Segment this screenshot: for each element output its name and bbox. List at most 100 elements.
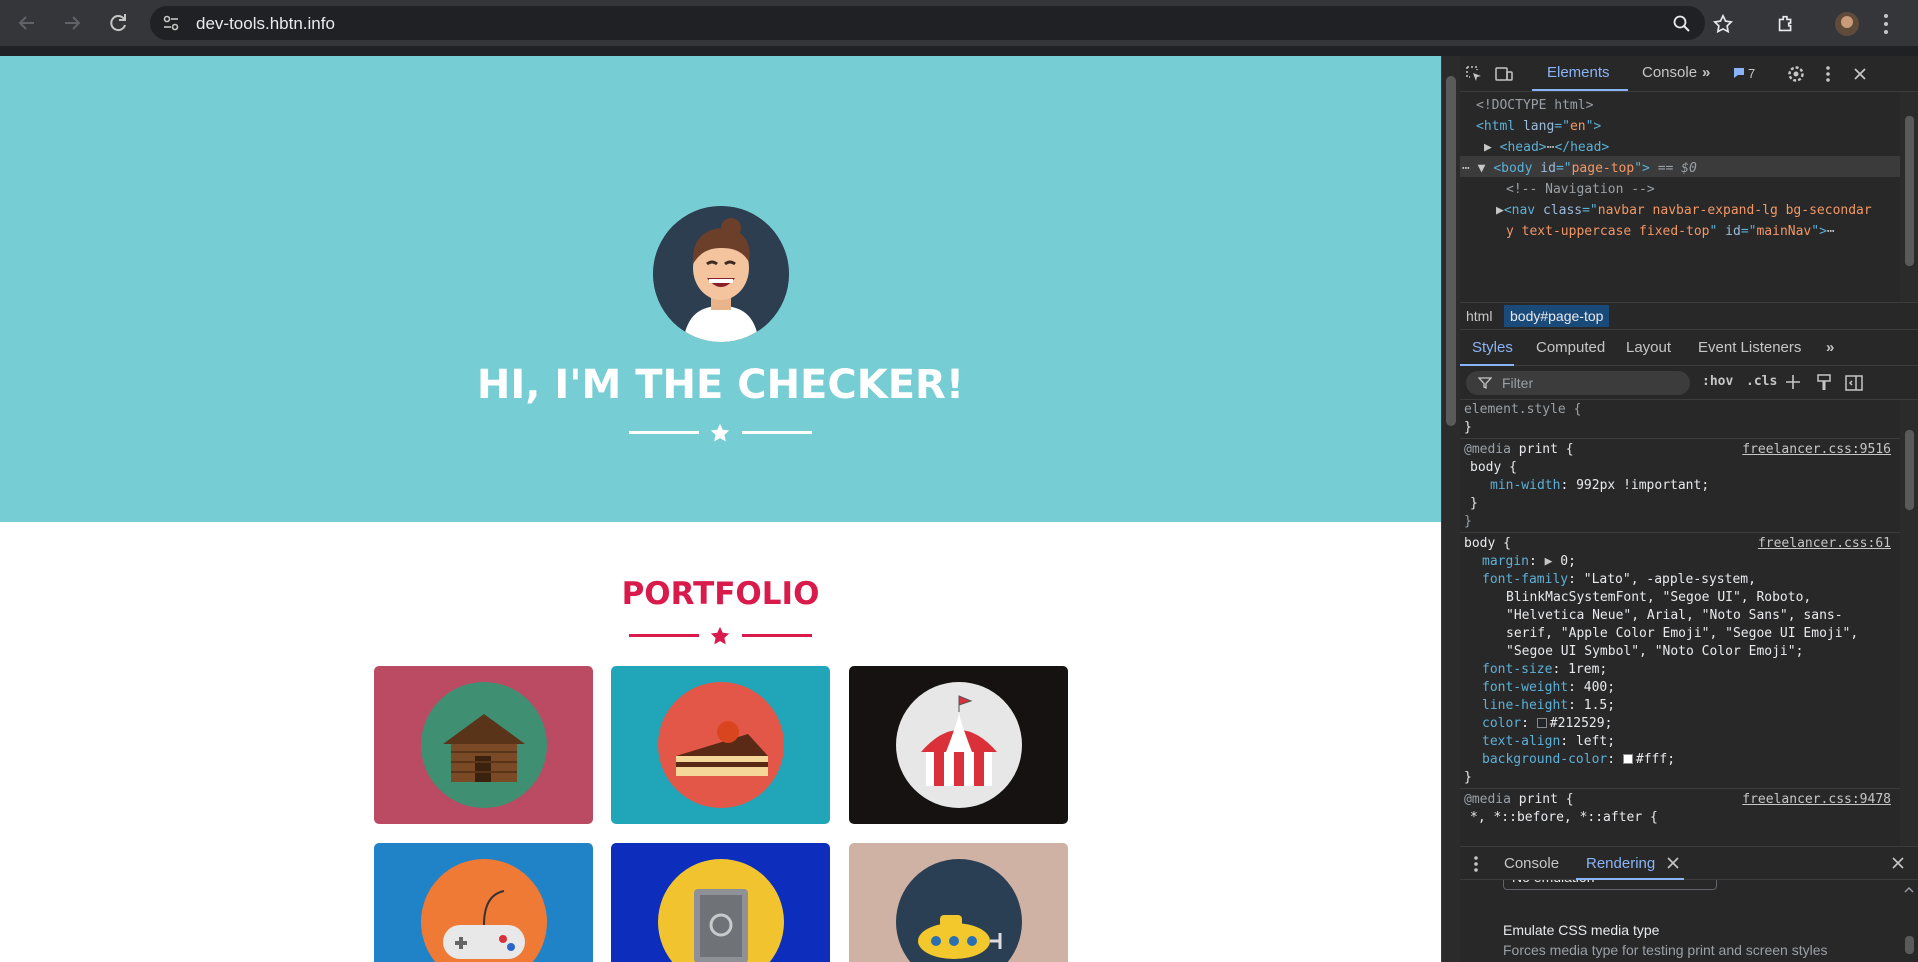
tab-event-listeners[interactable]: Event Listeners (1698, 339, 1801, 356)
portfolio-item-game-controller[interactable] (374, 843, 593, 962)
filter-icon (1477, 376, 1493, 395)
star-icon (709, 422, 731, 444)
html-line[interactable]: <html lang="en"> (1476, 119, 1601, 134)
body-selector-2[interactable]: body { (1464, 536, 1511, 551)
hov-button[interactable]: :hov (1702, 374, 1733, 389)
forward-icon[interactable] (60, 11, 84, 35)
nav-line[interactable]: ▶<nav class="navbar navbar-expand-lg bg-… (1496, 203, 1872, 218)
site-info-icon[interactable] (162, 14, 180, 32)
close-devtools-icon[interactable] (1850, 64, 1870, 84)
bookmark-star-icon[interactable] (1712, 13, 1734, 35)
star-icon (709, 625, 731, 647)
decl-font-family[interactable]: font-family: "Lato", -apple-system, (1482, 572, 1756, 587)
rule-close: } (1464, 514, 1472, 529)
decl-font-size[interactable]: font-size: 1rem; (1482, 662, 1607, 677)
dom-tree[interactable]: <!DOCTYPE html> <html lang="en"> ▶ <head… (1460, 92, 1918, 302)
drawer-tab-rendering[interactable]: Rendering (1586, 855, 1655, 872)
browser-menu-icon[interactable] (1884, 14, 1888, 34)
dom-scrollbar[interactable] (1900, 92, 1918, 302)
body-selector-1[interactable]: body { (1470, 460, 1517, 475)
hero-title: HI, I'M THE CHECKER! (476, 362, 965, 408)
game-controller-icon (420, 859, 547, 962)
safe-icon (657, 859, 784, 962)
tab-layout[interactable]: Layout (1626, 339, 1671, 356)
universal-selector[interactable]: *, *::before, *::after { (1470, 810, 1658, 825)
address-bar[interactable]: dev-tools.hbtn.info (150, 6, 1705, 40)
source-link-1[interactable]: freelancer.css:9516 (1742, 442, 1891, 457)
more-tabs-icon[interactable]: » (1702, 64, 1710, 81)
body-line[interactable]: ⋯ ▼ <body id="page-top"> == $0 (1462, 161, 1697, 176)
cls-button[interactable]: .cls (1746, 374, 1777, 389)
settings-gear-icon[interactable] (1786, 64, 1806, 84)
inspect-element-icon[interactable] (1464, 64, 1484, 84)
source-link-3[interactable]: freelancer.css:9478 (1742, 792, 1891, 807)
portfolio-item-submarine[interactable] (849, 843, 1068, 962)
drawer-scrollbar[interactable] (1900, 880, 1918, 962)
styles-filterbar: Filter :hov .cls (1460, 366, 1918, 400)
zoom-icon[interactable] (1672, 14, 1692, 34)
portfolio-title: PORTFOLIO (621, 576, 820, 612)
decl-min-width[interactable]: min-width: 992px !important; (1490, 478, 1709, 493)
doctype-line[interactable]: <!DOCTYPE html> (1476, 98, 1593, 113)
tab-console[interactable]: Console (1642, 64, 1697, 81)
emulation-select[interactable]: No emulation (1503, 880, 1717, 890)
decl-background-color[interactable]: background-color: #fff; (1482, 752, 1675, 767)
paint-brush-icon[interactable] (1814, 373, 1834, 393)
rule-close: } (1464, 420, 1472, 435)
styles-tabbar: Styles Computed Layout Event Listeners » (1460, 330, 1918, 366)
reload-icon[interactable] (106, 11, 130, 35)
more-style-tabs-icon[interactable]: » (1826, 339, 1834, 356)
drawer-tab-console[interactable]: Console (1504, 855, 1559, 872)
portfolio-item-cake[interactable] (611, 666, 830, 824)
devtools-tabbar: Elements Console » 7 (1460, 56, 1918, 92)
portfolio-item-circus[interactable] (849, 666, 1068, 824)
emulate-media-label: Emulate CSS media type (1503, 922, 1660, 938)
styles-scrollbar[interactable] (1900, 400, 1918, 846)
portfolio-item-safe[interactable] (611, 843, 830, 962)
decl-font-weight[interactable]: font-weight: 400; (1482, 680, 1615, 695)
breadcrumb-body[interactable]: body#page-top (1504, 305, 1610, 327)
close-drawer-icon[interactable] (1890, 855, 1910, 875)
decl-line-height[interactable]: line-height: 1.5; (1482, 698, 1615, 713)
color-swatch[interactable] (1622, 754, 1633, 764)
head-line[interactable]: ▶ <head>⋯</head> (1484, 140, 1609, 155)
back-icon[interactable] (15, 11, 39, 35)
comment-line[interactable]: <!-- Navigation --> (1506, 182, 1655, 197)
emulate-media-description: Forces media type for testing print and … (1503, 942, 1828, 958)
devtools-panel: Elements Console » 7 <!DOCTYPE html> <ht… (1441, 56, 1918, 962)
media-print-line[interactable]: @media print { (1464, 442, 1574, 457)
breadcrumb-html[interactable]: html (1466, 308, 1492, 324)
devtools-menu-icon[interactable] (1818, 64, 1838, 84)
portfolio-divider (629, 625, 812, 645)
drawer-menu-icon[interactable] (1466, 854, 1486, 874)
issues-count[interactable]: 7 (1748, 66, 1755, 81)
add-rule-icon[interactable] (1784, 373, 1804, 393)
tab-computed[interactable]: Computed (1536, 339, 1605, 356)
nav-line-cont[interactable]: y text-uppercase fixed-top" id="mainNav"… (1506, 224, 1835, 239)
page-scrollbar[interactable] (1442, 56, 1460, 962)
avatar-illustration (653, 206, 789, 342)
decl-text-align[interactable]: text-align: left; (1482, 734, 1615, 749)
media-print-line-2[interactable]: @media print { (1464, 792, 1574, 807)
close-rendering-tab-icon[interactable] (1665, 855, 1685, 875)
cake-icon (657, 682, 784, 808)
font-family-cont-3: serif, "Apple Color Emoji", "Segoe UI Em… (1506, 626, 1859, 641)
extensions-icon[interactable] (1775, 13, 1797, 35)
decl-margin[interactable]: margin: ▶ 0; (1482, 554, 1576, 569)
portfolio-item-cabin[interactable] (374, 666, 593, 824)
tab-styles[interactable]: Styles (1472, 339, 1513, 356)
cabin-icon (420, 682, 547, 808)
toggle-sidebar-icon[interactable] (1844, 373, 1864, 393)
element-style-selector[interactable]: element.style { (1464, 402, 1581, 417)
decl-color[interactable]: color: #212529; (1482, 716, 1612, 731)
url-text[interactable]: dev-tools.hbtn.info (196, 14, 335, 34)
profile-avatar[interactable] (1835, 12, 1859, 36)
device-toolbar-icon[interactable] (1494, 64, 1514, 84)
hero-divider (629, 422, 812, 442)
tab-elements[interactable]: Elements (1547, 64, 1610, 81)
styles-pane[interactable]: element.style { } @media print { freelan… (1460, 400, 1918, 846)
source-link-2[interactable]: freelancer.css:61 (1758, 536, 1891, 551)
color-swatch[interactable] (1536, 718, 1547, 728)
filter-input[interactable]: Filter (1466, 371, 1690, 395)
submarine-icon (895, 859, 1022, 962)
